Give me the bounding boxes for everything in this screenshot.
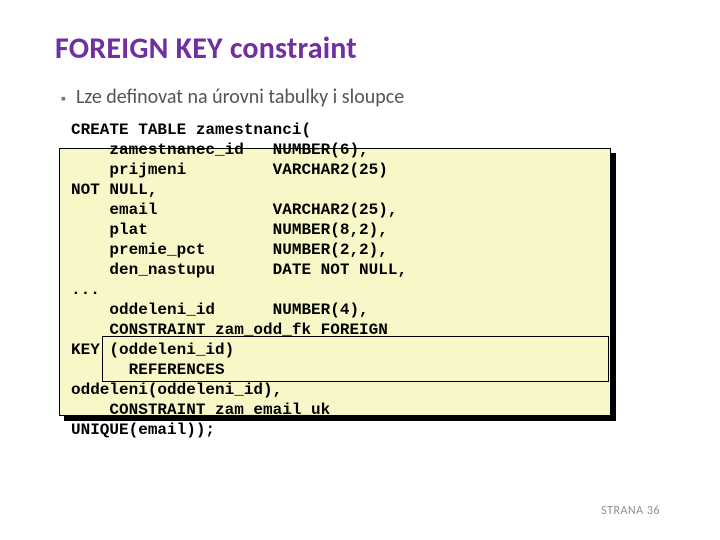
code-line: oddeleni(oddeleni_id), (71, 381, 282, 399)
slide: FOREIGN KEY constraint ▪ Lze definovat n… (0, 0, 720, 540)
code-line: CONSTRAINT zam_email_uk (71, 401, 330, 419)
code-line: premie_pct NUMBER(2,2), (71, 241, 388, 259)
footer-page-number: 36 (647, 504, 660, 518)
code-line: email VARCHAR2(25), (71, 201, 397, 219)
code-line: oddeleni_id NUMBER(4), (71, 301, 369, 319)
emphasis-outline (102, 336, 609, 382)
bullet-item: ▪ Lze definovat na úrovni tabulky i slou… (55, 85, 665, 110)
code-line: UNIQUE(email)); (71, 421, 215, 439)
code-text: CREATE TABLE zamestnanci( zamestnanec_id… (71, 120, 407, 440)
code-line: CREATE TABLE zamestnanci( (71, 121, 311, 139)
code-line: NOT NULL, (71, 181, 157, 199)
slide-footer: STRANA 36 (601, 504, 660, 518)
bullet-marker-icon: ▪ (61, 88, 66, 110)
code-line: plat NUMBER(8,2), (71, 221, 388, 239)
footer-label: STRANA (601, 504, 643, 518)
code-line: prijmeni VARCHAR2(25) (71, 161, 388, 179)
page-title: FOREIGN KEY constraint (55, 30, 665, 67)
code-line: zamestnanec_id NUMBER(6), (71, 141, 369, 159)
code-line: ... (71, 281, 100, 299)
bullet-text: Lze definovat na úrovni tabulky i sloupc… (76, 85, 404, 109)
code-line: den_nastupu DATE NOT NULL, (71, 261, 407, 279)
